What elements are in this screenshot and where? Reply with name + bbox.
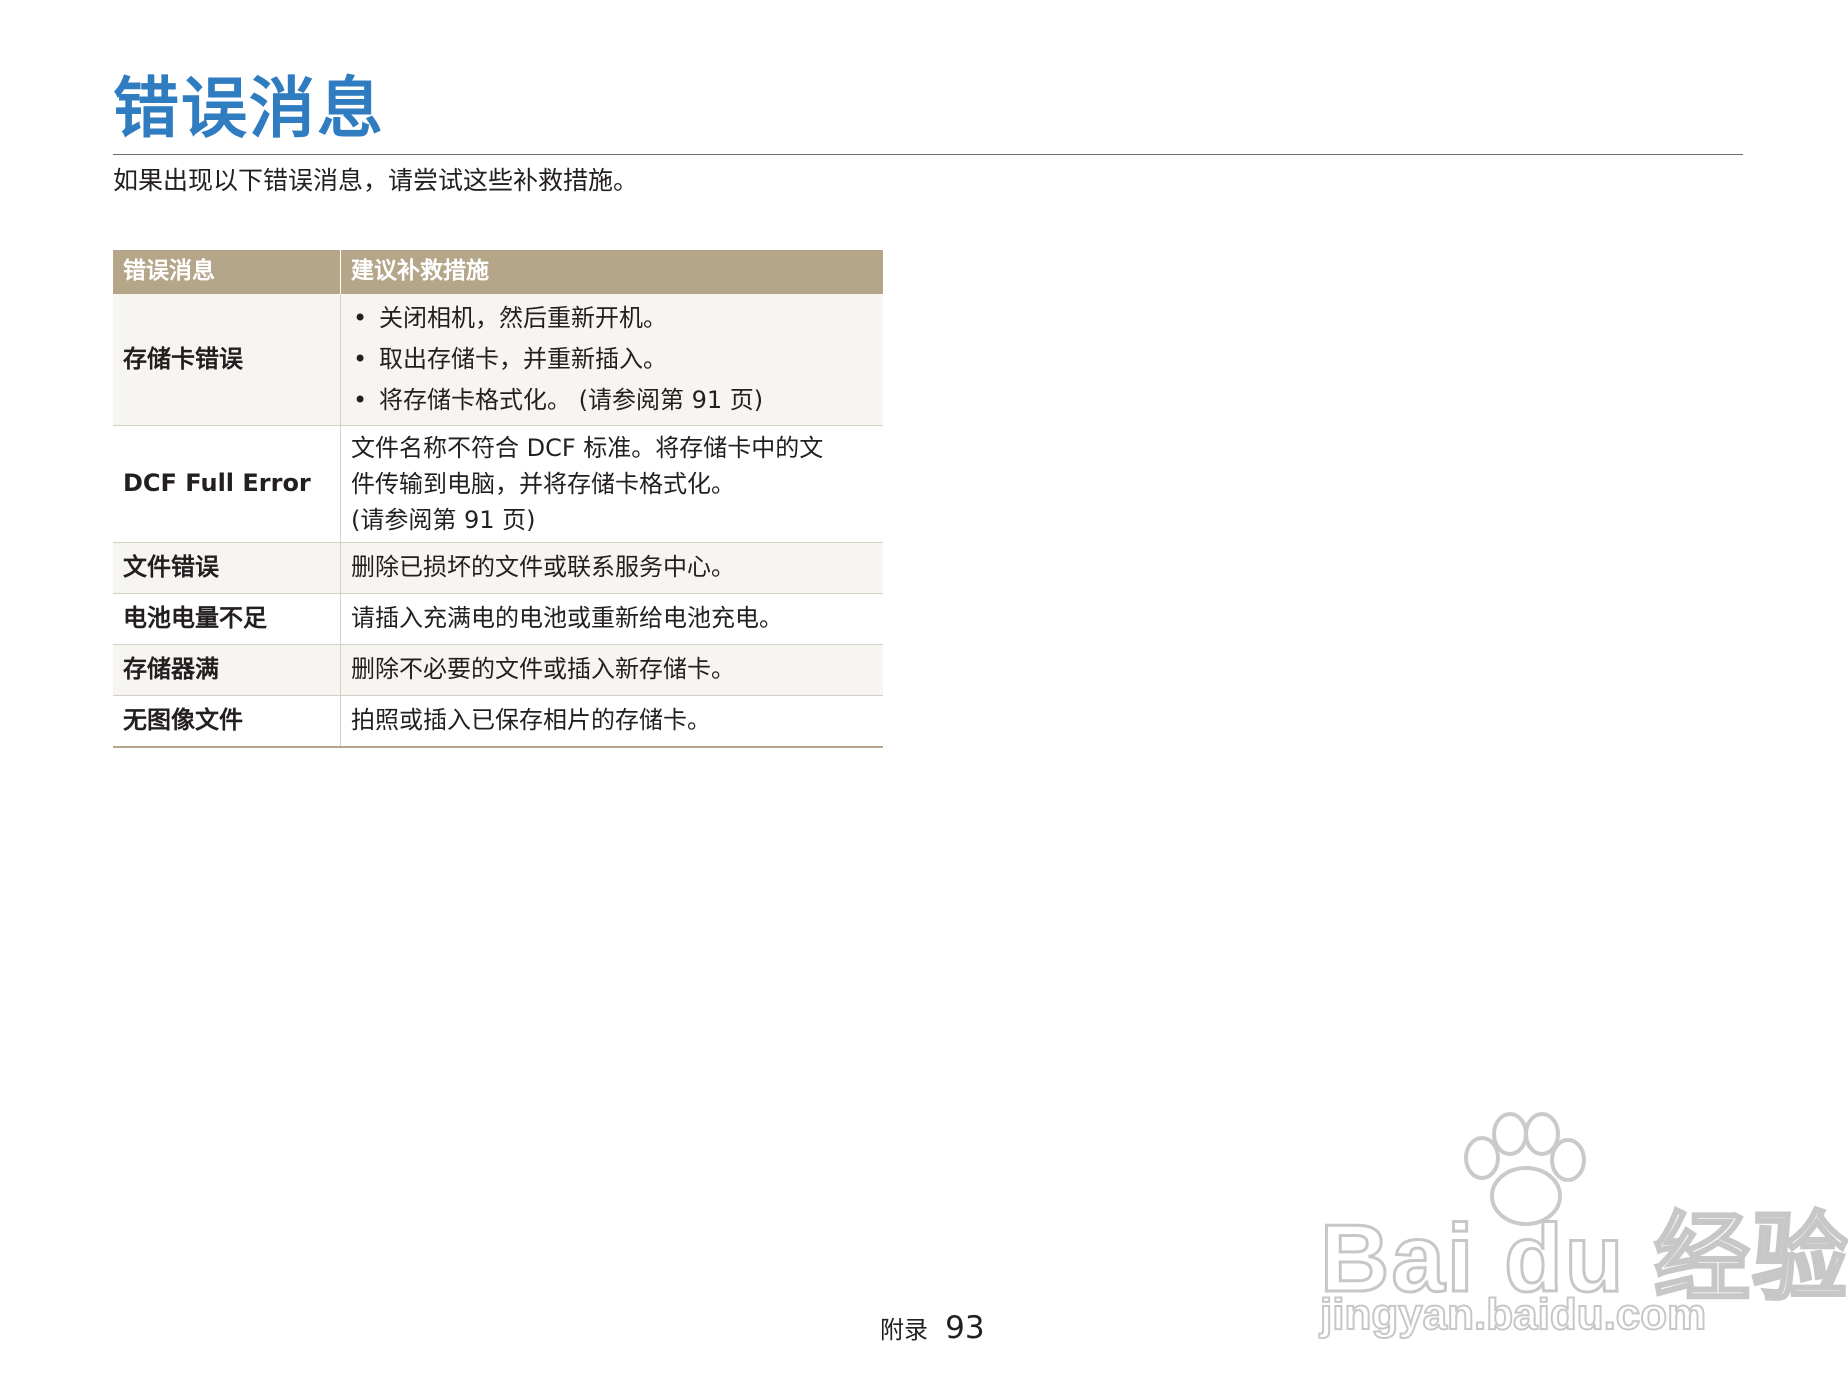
baidu-watermark: Bai du 经验 jingyan.baidu.com	[1300, 1110, 1848, 1340]
header-remedy: 建议补救措施	[340, 250, 883, 294]
error-name: 存储卡错误	[113, 294, 341, 426]
remedy-line: 文件名称不符合 DCF 标准。将存储卡中的文	[351, 434, 824, 462]
page-number: 93	[945, 1310, 985, 1346]
error-name: DCF Full Error	[113, 425, 341, 543]
error-message-table: 错误消息 建议补救措施 存储卡错误 关闭相机，然后重新开机。 取出存储卡，并重新…	[113, 250, 883, 748]
table-row: 存储卡错误 关闭相机，然后重新开机。 取出存储卡，并重新插入。 将存储卡格式化。…	[113, 294, 883, 426]
remedy-item: 将存储卡格式化。 (请参阅第 91 页)	[351, 380, 873, 421]
remedy-line: (请参阅第 91 页)	[351, 506, 536, 534]
title-divider	[113, 154, 1743, 155]
table-row: DCF Full Error 文件名称不符合 DCF 标准。将存储卡中的文 件传…	[113, 425, 883, 543]
footer-section: 附录	[880, 1316, 928, 1344]
remedy-list: 关闭相机，然后重新开机。 取出存储卡，并重新插入。 将存储卡格式化。 (请参阅第…	[351, 298, 873, 421]
remedy-cell: 拍照或插入已保存相片的存储卡。	[340, 695, 883, 748]
table-header-row: 错误消息 建议补救措施	[113, 250, 883, 294]
intro-text: 如果出现以下错误消息，请尝试这些补救措施。	[113, 166, 639, 195]
remedy-cell: 删除已损坏的文件或联系服务中心。	[340, 542, 883, 594]
error-name: 存储器满	[113, 644, 341, 696]
error-name: 文件错误	[113, 542, 341, 594]
table-row: 文件错误 删除已损坏的文件或联系服务中心。	[113, 542, 883, 594]
remedy-item: 关闭相机，然后重新开机。	[351, 298, 873, 339]
table-row: 电池电量不足 请插入充满电的电池或重新给电池充电。	[113, 593, 883, 645]
remedy-item: 取出存储卡，并重新插入。	[351, 339, 873, 380]
header-error-message: 错误消息	[113, 250, 341, 294]
remedy-line: 件传输到电脑，并将存储卡格式化。	[351, 470, 735, 498]
error-name: 无图像文件	[113, 695, 341, 748]
remedy-cell: 文件名称不符合 DCF 标准。将存储卡中的文 件传输到电脑，并将存储卡格式化。 …	[340, 425, 883, 543]
remedy-cell: 删除不必要的文件或插入新存储卡。	[340, 644, 883, 696]
remedy-cell: 关闭相机，然后重新开机。 取出存储卡，并重新插入。 将存储卡格式化。 (请参阅第…	[340, 294, 883, 426]
error-name: 电池电量不足	[113, 593, 341, 645]
page-title: 错误消息	[113, 70, 385, 147]
page-footer: 附录 93	[880, 1310, 985, 1346]
table-row: 存储器满 删除不必要的文件或插入新存储卡。	[113, 644, 883, 696]
table-row: 无图像文件 拍照或插入已保存相片的存储卡。	[113, 695, 883, 748]
remedy-cell: 请插入充满电的电池或重新给电池充电。	[340, 593, 883, 645]
watermark-url: jingyan.baidu.com	[1319, 1289, 1707, 1340]
